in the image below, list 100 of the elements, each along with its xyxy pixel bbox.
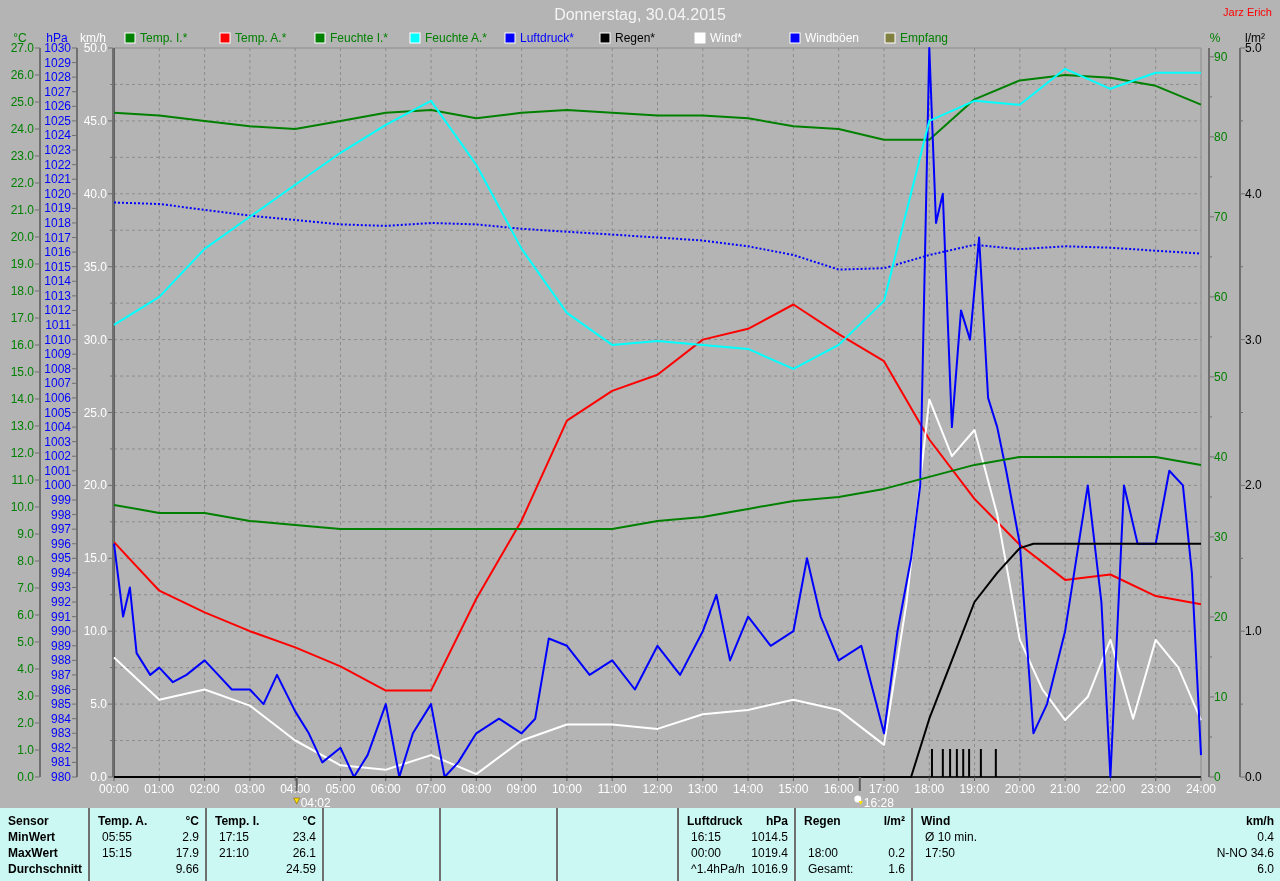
axis-tick-label: 984 [50, 711, 71, 726]
x-tick-label: 04:00 [280, 782, 311, 796]
x-tick-label: 05:00 [325, 782, 356, 796]
axis-tick-label: 981 [50, 755, 71, 770]
axis-tick-label: 17.0 [10, 311, 34, 325]
axis-tick-label: 1.0 [17, 743, 34, 757]
x-tick-label: 13:00 [687, 782, 718, 796]
marker-time: 16:28 [863, 796, 894, 808]
axis-tick-label: 3.0 [17, 689, 34, 703]
axis-tick-label: 982 [50, 740, 71, 755]
row-label: MaxWert [8, 846, 59, 860]
axis-tick-label: 1024 [44, 128, 71, 143]
axis-tick-label: 11.0 [11, 473, 34, 487]
axis-tick-label: 60 [1214, 289, 1228, 304]
table-cell-text: 26.1 [291, 846, 316, 860]
axis-tick-label: 14.0 [10, 392, 34, 406]
table-cell-text: 17:50 [924, 846, 957, 860]
axis-tick-label: 1019 [44, 201, 71, 216]
table-cell-text: 16:15 [690, 830, 723, 844]
axis-tick-label: 990 [50, 624, 71, 639]
table-cell: 9.66 [175, 862, 199, 876]
axis-tick-label: 1003 [44, 434, 71, 449]
axis-tick-label: 30 [1214, 529, 1228, 544]
x-tick-label: 14:00 [733, 782, 764, 796]
sensor-name: Luftdruck [687, 814, 744, 828]
x-tick-label: 09:00 [506, 782, 537, 796]
axis-tick-label: 35.0 [83, 259, 107, 274]
axis-tick-label: 1020 [44, 186, 71, 201]
axis-tick-label: 90 [1214, 49, 1228, 64]
axis-tick-label: 1025 [44, 113, 71, 128]
axis-tick-label: 1014 [44, 274, 71, 289]
axis-tick-label: 1000 [44, 478, 71, 493]
axis-tick-label: 991 [50, 609, 71, 624]
x-tick-label: 07:00 [416, 782, 447, 796]
table-cell-text: 17:15 [218, 830, 251, 844]
axis-tick-label: 988 [50, 653, 71, 668]
axis-tick-label: 24.0 [10, 122, 34, 136]
table-cell-text: Gesamt: [807, 862, 855, 876]
table-cell-text: 05:55 [101, 830, 134, 844]
x-tick-label: 22:00 [1095, 782, 1126, 796]
axis-tick-label: 0.0 [17, 770, 34, 784]
axis-tick-label: 1029 [44, 55, 71, 70]
axis-tick-label: 10.0 [83, 624, 107, 639]
x-tick-label: 23:00 [1140, 782, 1171, 796]
row-label: Durchschnitt [8, 862, 82, 876]
axis-tick-label: 989 [50, 638, 71, 653]
axis-tick-label: 1001 [44, 463, 71, 478]
x-tick-label: 06:00 [370, 782, 401, 796]
axis-tick-label: 1010 [44, 332, 71, 347]
x-tick-label: 03:00 [234, 782, 265, 796]
axis-tick-label: 1027 [44, 84, 71, 99]
axis-tick-label: 1007 [44, 376, 71, 391]
x-tick-label: 00:00 [99, 782, 129, 796]
chart-title: Donnerstag, 30.04.2015 [554, 6, 726, 24]
x-tick-label: 15:00 [778, 782, 809, 796]
axis-tick-label: 980 [50, 770, 71, 784]
axis-tick-label: 987 [50, 667, 71, 682]
axis-tick-label: 25.0 [83, 405, 107, 420]
row-label: MinWert [8, 830, 57, 844]
axis-tick-label: 26.0 [10, 68, 34, 82]
axis-tick-label: 1017 [44, 230, 71, 245]
sensor-unit: km/h [1245, 814, 1274, 828]
sensor-unit: l/m² [883, 814, 905, 828]
axis-tick-label: 40.0 [83, 186, 107, 201]
axis-tick-label: 5.0 [90, 697, 107, 712]
legend-label: Empfang [900, 31, 949, 45]
axis-tick-label: 10.0 [10, 500, 34, 514]
x-tick-label: 19:00 [959, 782, 990, 796]
axis-tick-label: 1016 [44, 245, 71, 260]
x-tick-label: 11:00 [597, 782, 627, 796]
table-cell-text: 21:10 [218, 846, 251, 860]
table-cell: 1019.4 [751, 846, 788, 860]
sensor-unit: hPa [765, 814, 788, 828]
axis-tick-label: 21.0 [10, 203, 34, 217]
axis-tick-label: 1012 [44, 303, 71, 318]
axis-tick-label: 1006 [44, 390, 71, 405]
table-cell-text: 2.9 [181, 830, 199, 844]
sensor-unit: °C [301, 814, 316, 828]
legend-label: Windböen [805, 31, 860, 45]
axis-tick-label: 12.0 [10, 446, 34, 460]
axis-tick-label: 1008 [44, 361, 71, 376]
table-cell: 1016.9 [751, 862, 788, 876]
moon-icon [854, 795, 863, 805]
axis-tick-label: 986 [50, 682, 71, 697]
table-cell: 1014.5 [751, 830, 788, 844]
axis-tick-label: 0.0 [1245, 770, 1262, 784]
axis-tick-label: 20.0 [10, 230, 34, 244]
axis-tick-label: 13.0 [10, 419, 34, 433]
axis-tick-label: 1004 [44, 420, 71, 435]
x-tick-label: 18:00 [914, 782, 945, 796]
table-cell-text: 15:15 [101, 846, 134, 860]
axis-tick-label: 1023 [44, 143, 71, 158]
axis-tick-label: 993 [50, 580, 71, 595]
axis-tick-label: 20 [1214, 609, 1228, 624]
legend-label: Temp. I.* [140, 31, 188, 45]
axis-tick-label: 995 [50, 551, 71, 566]
axis-tick-label: 0 [1214, 770, 1221, 784]
axis-tick-label: 16.0 [10, 338, 34, 352]
x-tick-label: 24:00 [1186, 782, 1216, 796]
axis-tick-label: 1005 [44, 405, 71, 420]
